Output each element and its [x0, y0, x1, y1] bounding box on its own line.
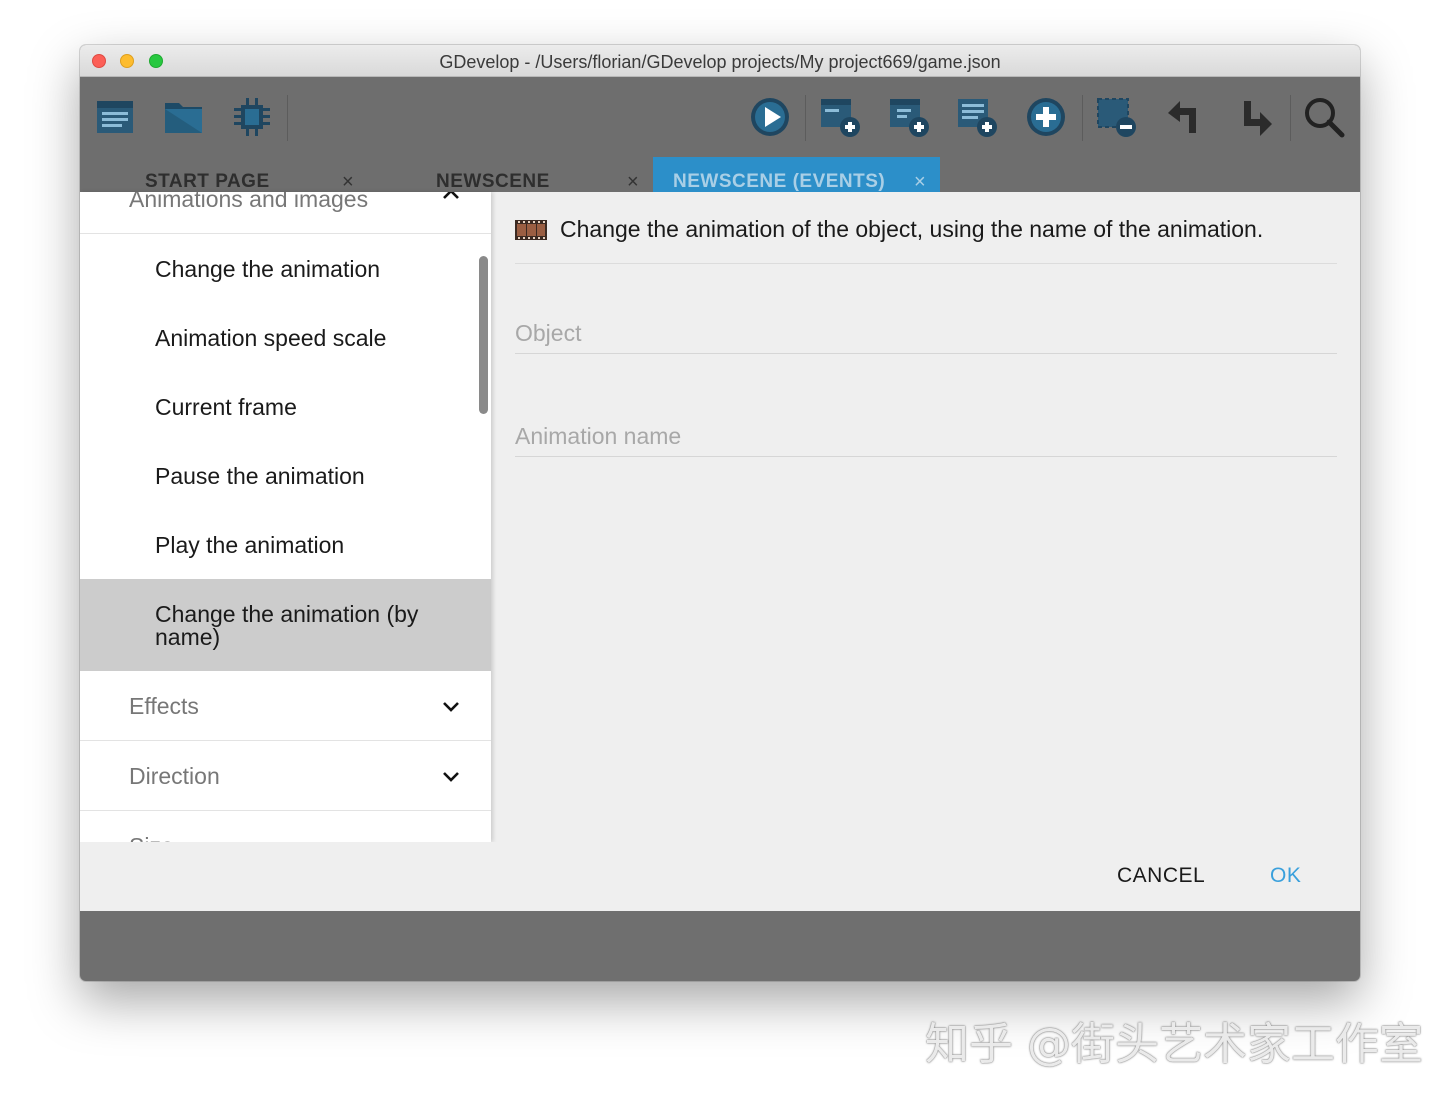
film-strip-icon	[515, 220, 547, 240]
watermark: 知乎 @街头艺术家工作室	[925, 1019, 1423, 1070]
instruction-editor-dialog: Animations and images Change the animati…	[80, 192, 1360, 911]
animation-name-input[interactable]	[515, 417, 1337, 455]
object-input[interactable]	[515, 314, 1337, 352]
object-field	[515, 314, 1337, 354]
list-item-current-frame[interactable]: Current frame	[80, 372, 491, 441]
delete-selection-icon[interactable]	[1094, 95, 1138, 139]
dialog-actions: CANCEL OK	[80, 842, 1360, 911]
animation-name-field	[515, 417, 1337, 457]
cancel-button[interactable]: CANCEL	[1117, 864, 1205, 888]
search-icon[interactable]	[1302, 95, 1346, 139]
toolbar-separator	[1290, 95, 1291, 141]
close-tab-icon[interactable]: ×	[342, 171, 354, 194]
group-size[interactable]: Size	[80, 811, 491, 842]
project-manager-icon[interactable]	[93, 95, 137, 139]
instruction-parameters-panel: Change the animation of the object, usin…	[491, 192, 1360, 842]
open-folder-icon[interactable]	[162, 95, 206, 139]
list-item-change-animation-by-name[interactable]: Change the animation (by name)	[80, 579, 491, 671]
chevron-down-icon	[440, 835, 462, 842]
redo-icon[interactable]	[1232, 95, 1276, 139]
instruction-list: Animations and images Change the animati…	[80, 192, 491, 842]
group-direction[interactable]: Direction	[80, 741, 491, 811]
add-subevent-icon[interactable]	[887, 95, 931, 139]
tab-newscene-events[interactable]: NEWSCENE (EVENTS) ×	[653, 157, 940, 193]
debugger-icon[interactable]	[230, 95, 274, 139]
tab-start-page[interactable]: START PAGE ×	[80, 157, 380, 193]
add-event-icon[interactable]	[818, 95, 862, 139]
preview-play-icon[interactable]	[748, 95, 792, 139]
ok-button[interactable]: OK	[1270, 864, 1301, 888]
undo-icon[interactable]	[1164, 95, 1208, 139]
chevron-up-icon	[443, 192, 459, 199]
main-toolbar	[80, 77, 1360, 159]
list-item-animation-speed-scale[interactable]: Animation speed scale	[80, 303, 491, 372]
list-item-change-animation[interactable]: Change the animation	[80, 234, 491, 303]
list-item-pause-animation[interactable]: Pause the animation	[80, 441, 491, 510]
group-effects[interactable]: Effects	[80, 671, 491, 741]
title-bar: GDevelop - /Users/florian/GDevelop proje…	[80, 45, 1360, 77]
list-scrollbar[interactable]	[479, 256, 488, 414]
gdevelop-window: GDevelop - /Users/florian/GDevelop proje…	[80, 45, 1360, 981]
chevron-down-icon	[443, 702, 459, 712]
toolbar-separator	[1082, 95, 1083, 141]
chevron-down-icon	[443, 772, 459, 782]
toolbar-separator	[805, 95, 806, 141]
list-item-play-animation[interactable]: Play the animation	[80, 510, 491, 579]
toolbar-separator	[287, 95, 288, 141]
close-tab-icon[interactable]: ×	[914, 171, 926, 194]
close-tab-icon[interactable]: ×	[627, 171, 639, 194]
window-title: GDevelop - /Users/florian/GDevelop proje…	[439, 52, 1001, 72]
instruction-description: Change the animation of the object, usin…	[515, 214, 1337, 264]
group-animations-and-images[interactable]: Animations and images	[80, 192, 491, 234]
editor-tabs: START PAGE × NEWSCENE × NEWSCENE (EVENTS…	[80, 157, 1360, 193]
add-condition-icon[interactable]	[1024, 95, 1068, 139]
tab-newscene[interactable]: NEWSCENE ×	[380, 157, 652, 193]
add-comment-icon[interactable]	[955, 95, 999, 139]
